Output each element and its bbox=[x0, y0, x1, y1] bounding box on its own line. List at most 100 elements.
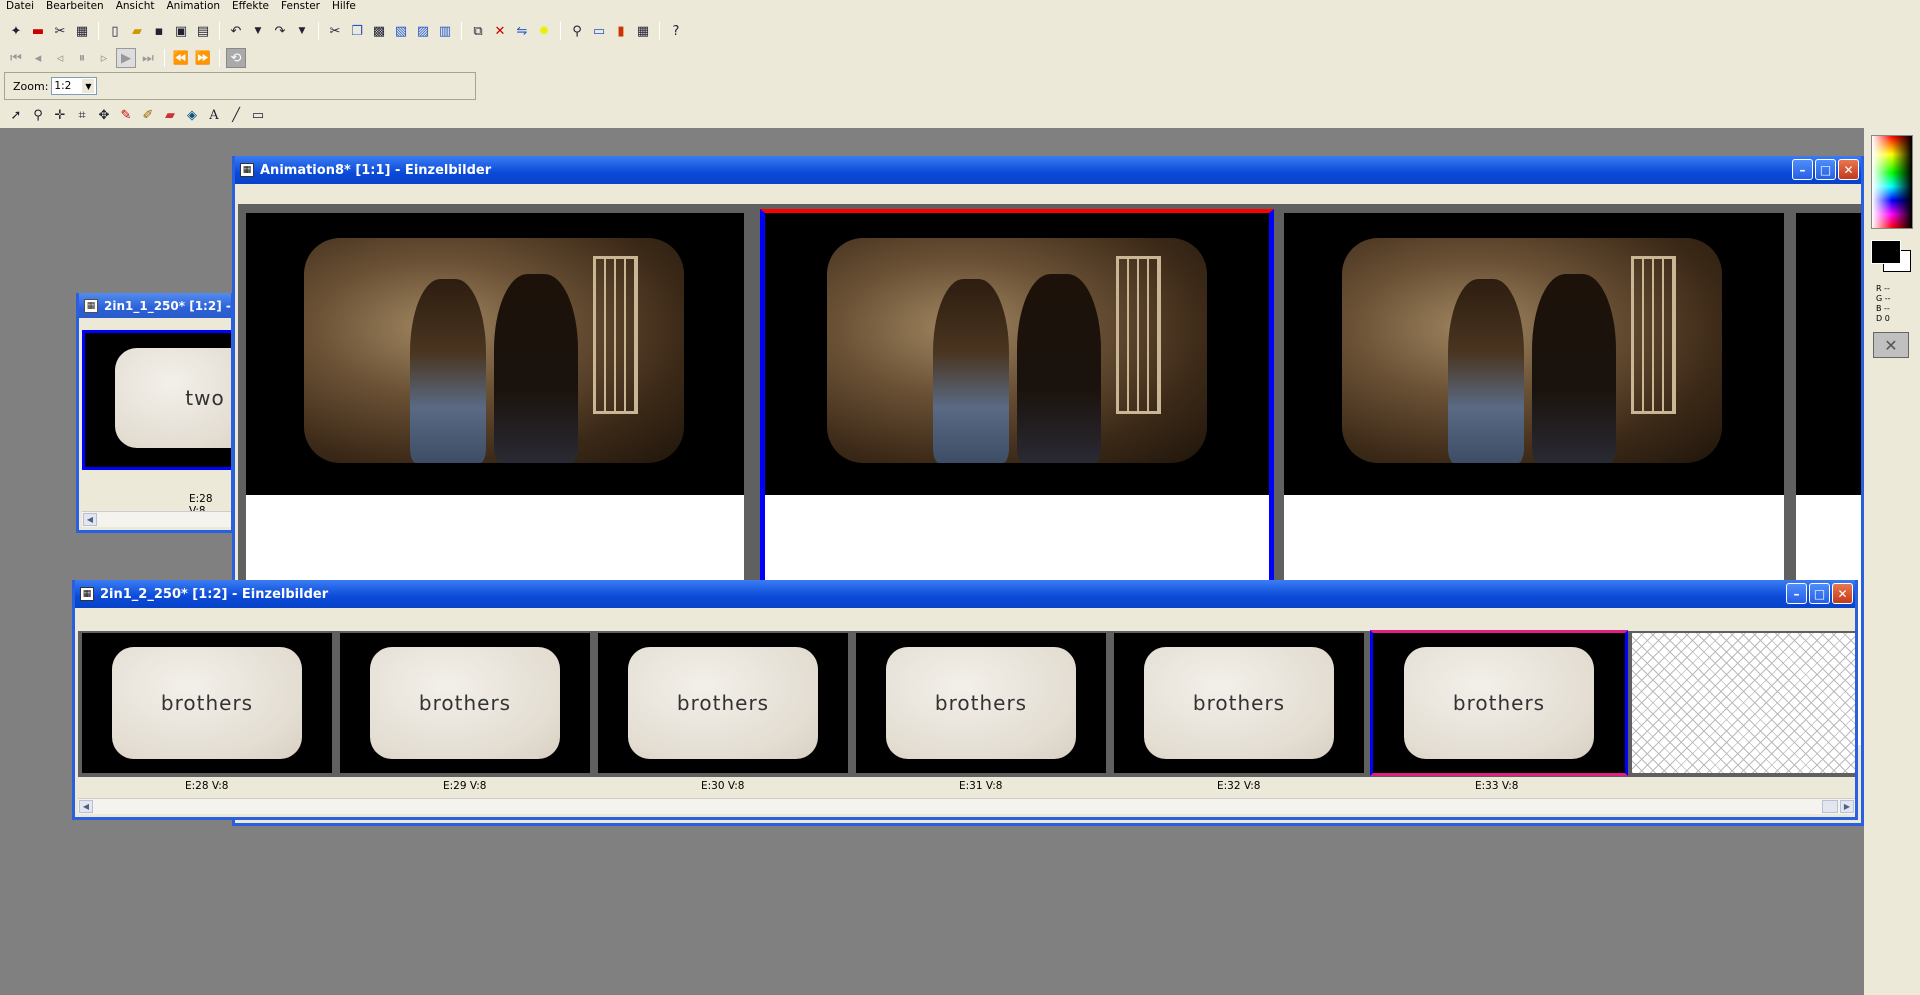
brothers-frame-4[interactable]: brothers bbox=[856, 633, 1106, 773]
color-palette: R -- G -- B -- D 0 ✕ bbox=[1864, 128, 1920, 995]
menu-hilfe[interactable]: Hilfe bbox=[326, 0, 362, 14]
save-icon[interactable]: ▪ bbox=[149, 21, 169, 41]
menu-bearbeiten[interactable]: Bearbeiten bbox=[40, 0, 110, 14]
frame-caption: E:31 V:8 bbox=[959, 780, 1003, 792]
chevron-down-icon[interactable]: ▼ bbox=[82, 79, 95, 93]
open-icon[interactable]: ▰ bbox=[127, 21, 147, 41]
zoom-icon[interactable]: ⚲ bbox=[567, 21, 587, 41]
menu-effekte[interactable]: Effekte bbox=[226, 0, 275, 14]
frames-icon[interactable]: ▦ bbox=[633, 21, 653, 41]
step-forward-icon[interactable]: ⏩ bbox=[193, 48, 213, 68]
scroll-right-icon[interactable]: ▶ bbox=[1840, 800, 1854, 813]
window-2in1-2[interactable]: ▦ 2in1_2_250* [1:2] - Einzelbilder – □ ✕… bbox=[72, 580, 1858, 820]
scroll-left-icon[interactable]: ◀ bbox=[83, 513, 97, 526]
flip-icon[interactable]: ⇋ bbox=[512, 21, 532, 41]
light-icon[interactable]: ✹ bbox=[534, 21, 554, 41]
toolbar-separator bbox=[318, 22, 319, 40]
redo-dropdown-icon[interactable]: ▼ bbox=[292, 21, 312, 41]
horizontal-scrollbar[interactable]: ◀ bbox=[82, 511, 231, 527]
prev-icon[interactable]: ◃ bbox=[50, 48, 70, 68]
close-icon[interactable]: ✕ bbox=[1838, 159, 1859, 180]
app-icon: ▦ bbox=[80, 587, 94, 601]
rgb-readout: R -- G -- B -- D 0 bbox=[1876, 284, 1891, 323]
brothers-frame-6-selected[interactable]: brothers bbox=[1370, 630, 1628, 776]
props-icon[interactable]: ▭ bbox=[589, 21, 609, 41]
empty-frame-slot[interactable] bbox=[1632, 633, 1855, 773]
close-icon[interactable]: ✕ bbox=[1832, 583, 1853, 604]
frame-thumbnail[interactable]: two bbox=[82, 330, 231, 470]
text-tool-icon[interactable]: A bbox=[204, 105, 224, 125]
dropper-tool-icon[interactable]: ✎ bbox=[116, 105, 136, 125]
foreground-color-swatch[interactable] bbox=[1871, 240, 1901, 264]
menu-animation[interactable]: Animation bbox=[161, 0, 227, 14]
color-spectrum[interactable] bbox=[1871, 135, 1913, 229]
brush-tool-icon[interactable]: ✐ bbox=[138, 105, 158, 125]
maximize-icon[interactable]: □ bbox=[1809, 583, 1830, 604]
anim-frame-1[interactable] bbox=[246, 213, 744, 495]
wizard-icon[interactable]: ✦ bbox=[6, 21, 26, 41]
crop-tool-icon[interactable]: ⌗ bbox=[72, 105, 92, 125]
eraser-tool-icon[interactable]: ▰ bbox=[160, 105, 180, 125]
crop-icon[interactable]: ✕ bbox=[490, 21, 510, 41]
loop-icon[interactable]: ⟲ bbox=[226, 48, 246, 68]
brothers-frame-2[interactable]: brothers bbox=[340, 633, 590, 773]
minimize-icon[interactable]: – bbox=[1786, 583, 1807, 604]
resize-icon[interactable]: ⧉ bbox=[468, 21, 488, 41]
new-icon[interactable]: ▯ bbox=[105, 21, 125, 41]
zoom-select[interactable]: 1:2 ▼ bbox=[51, 77, 98, 95]
split-icon[interactable]: ✂ bbox=[50, 21, 70, 41]
scroll-thumb[interactable] bbox=[1822, 800, 1838, 813]
undo-icon[interactable]: ↶ bbox=[226, 21, 246, 41]
pause-icon[interactable]: ⏸ bbox=[72, 48, 92, 68]
rect-tool-icon[interactable]: ▭ bbox=[248, 105, 268, 125]
arrow-tool-icon[interactable]: ➚ bbox=[6, 105, 26, 125]
browse-icon[interactable]: ▤ bbox=[193, 21, 213, 41]
menu-fenster[interactable]: Fenster bbox=[275, 0, 326, 14]
play-icon[interactable]: ▶ bbox=[116, 48, 136, 68]
copy-merged-icon[interactable]: ▩ bbox=[369, 21, 389, 41]
scroll-left-icon[interactable]: ◀ bbox=[79, 800, 93, 813]
wizard2-icon[interactable]: ▦ bbox=[72, 21, 92, 41]
zoom-tool-icon[interactable]: ⚲ bbox=[28, 105, 48, 125]
brothers-frame-1[interactable]: brothers bbox=[82, 633, 332, 773]
maximize-icon[interactable]: □ bbox=[1815, 159, 1836, 180]
step-back-icon[interactable]: ⏪ bbox=[171, 48, 191, 68]
help-icon[interactable]: ? bbox=[666, 21, 686, 41]
colors-icon[interactable]: ▮ bbox=[611, 21, 631, 41]
transparent-swatch-icon[interactable]: ✕ bbox=[1873, 332, 1909, 358]
cross-tool-icon[interactable]: ✛ bbox=[50, 105, 70, 125]
line-tool-icon[interactable]: ╱ bbox=[226, 105, 246, 125]
paste-layer-icon[interactable]: ▨ bbox=[413, 21, 433, 41]
cut-icon[interactable]: ✂ bbox=[325, 21, 345, 41]
window-controls: – □ ✕ bbox=[1786, 583, 1853, 604]
standard-toolbar: ✦ ▬ ✂ ▦ ▯ ▰ ▪ ▣ ▤ ↶ ▼ ↷ ▼ ✂ ❐ ▩ ▧ ▨ ▥ ⧉ … bbox=[0, 19, 686, 43]
redo-icon[interactable]: ↷ bbox=[270, 21, 290, 41]
brothers-frame-5[interactable]: brothers bbox=[1114, 633, 1364, 773]
window-titlebar[interactable]: ▦ 2in1_2_250* [1:2] - Einzelbilder – □ ✕ bbox=[75, 580, 1855, 608]
undo-dropdown-icon[interactable]: ▼ bbox=[248, 21, 268, 41]
fill-tool-icon[interactable]: ◈ bbox=[182, 105, 202, 125]
save-as-icon[interactable]: ▣ bbox=[171, 21, 191, 41]
last-frame-icon[interactable]: ⏭ bbox=[138, 48, 158, 68]
prev-frame-icon[interactable]: ◂ bbox=[28, 48, 48, 68]
first-frame-icon[interactable]: ⏮ bbox=[6, 48, 26, 68]
copy-icon[interactable]: ❐ bbox=[347, 21, 367, 41]
minimize-icon[interactable]: – bbox=[1792, 159, 1813, 180]
anim-frame-3[interactable] bbox=[1284, 213, 1784, 495]
horizontal-scrollbar[interactable]: ◀ ▶ bbox=[78, 798, 1855, 814]
window-titlebar[interactable]: ▦ Animation8* [1:1] - Einzelbilder – □ ✕ bbox=[235, 156, 1861, 184]
frame-card: brothers bbox=[112, 647, 302, 759]
menu-ansicht[interactable]: Ansicht bbox=[110, 0, 161, 14]
anim-frame-4[interactable] bbox=[1796, 213, 1861, 495]
paste-selection-icon[interactable]: ▥ bbox=[435, 21, 455, 41]
brothers-frame-3[interactable]: brothers bbox=[598, 633, 848, 773]
banner-icon[interactable]: ▬ bbox=[28, 21, 48, 41]
move-tool-icon[interactable]: ✥ bbox=[94, 105, 114, 125]
paste-new-icon[interactable]: ▧ bbox=[391, 21, 411, 41]
window-2in1-1[interactable]: ▦ 2in1_1_250* [1:2] - two E:28 V:8 ◀ bbox=[76, 293, 234, 533]
window-titlebar[interactable]: ▦ 2in1_1_250* [1:2] - bbox=[79, 293, 231, 318]
menu-datei[interactable]: Datei bbox=[0, 0, 40, 14]
frame-caption: E:32 V:8 bbox=[1217, 780, 1261, 792]
toolbar-separator bbox=[98, 22, 99, 40]
next-icon[interactable]: ▹ bbox=[94, 48, 114, 68]
